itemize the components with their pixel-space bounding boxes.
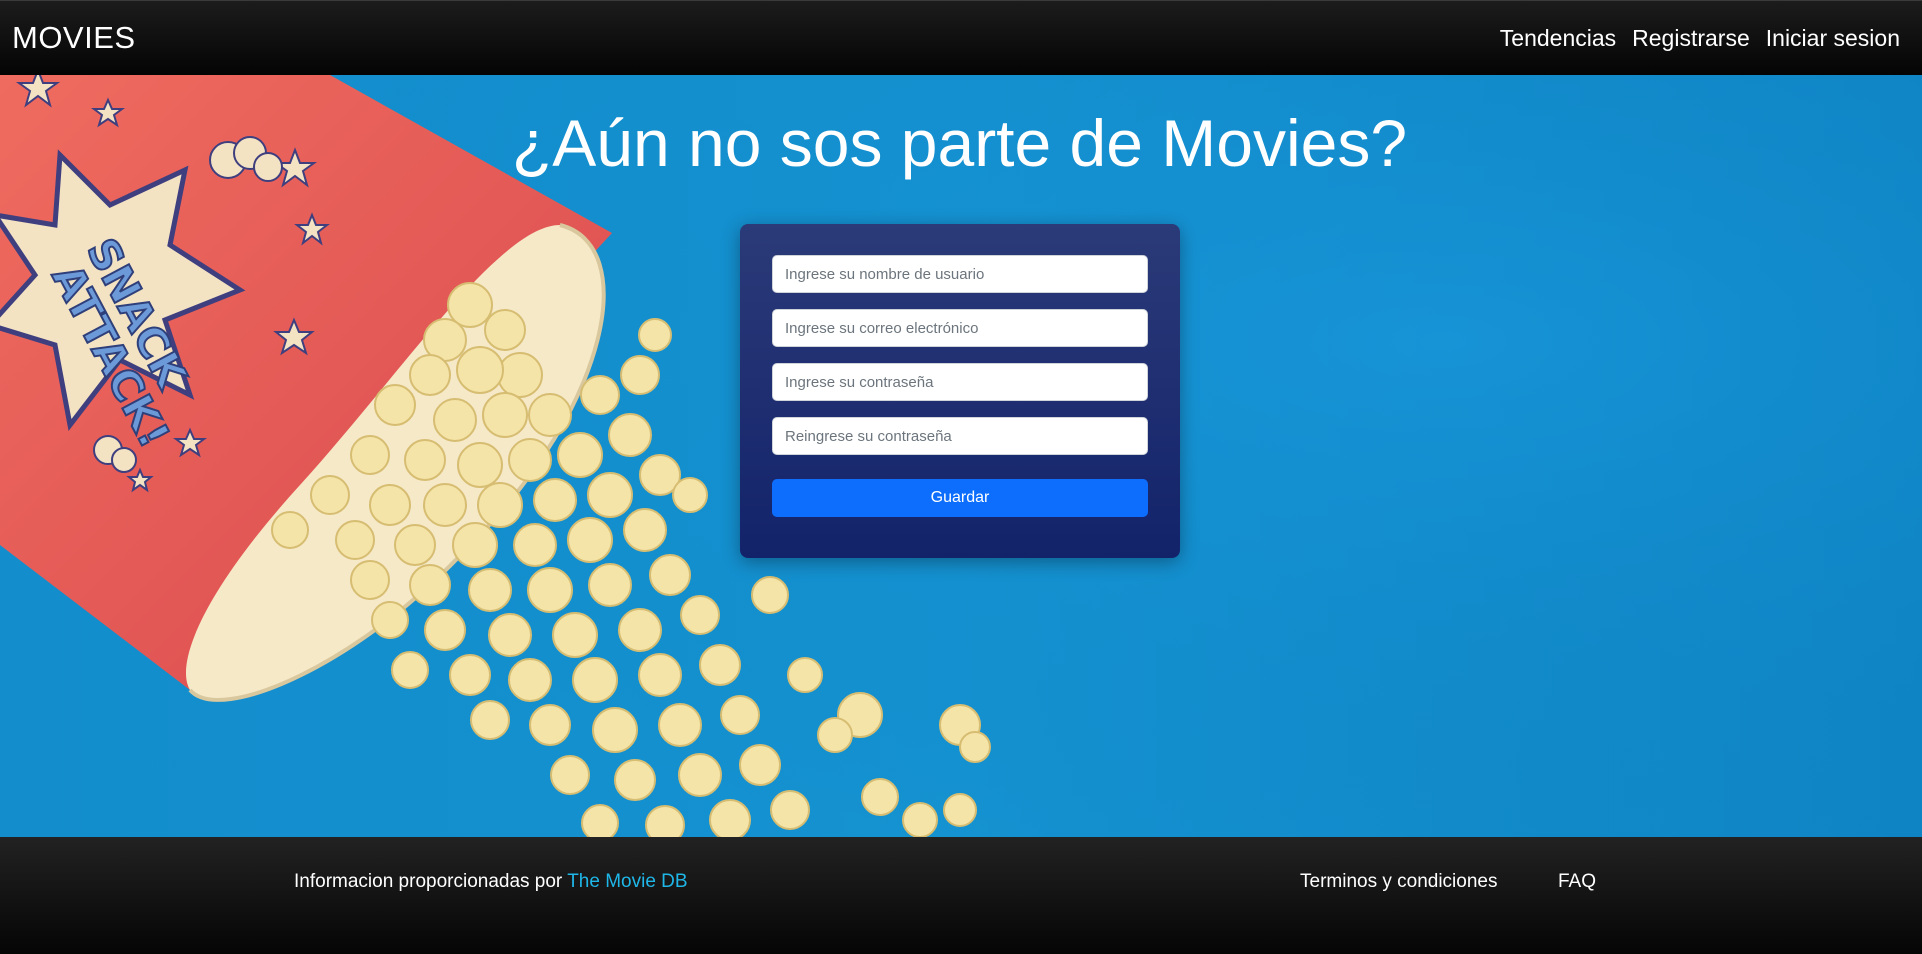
footer: Informacion proporcionadas por The Movie… [0,837,1922,954]
tmdb-link[interactable]: The Movie DB [567,871,687,892]
footer-credit: Informacion proporcionadas por The Movie… [294,871,688,893]
save-button[interactable]: Guardar [772,479,1148,517]
nav-links: Tendencias Registrarse Iniciar sesion [1500,25,1900,52]
brand-logo[interactable]: MOVIES [12,20,136,56]
hero-section: SNACK ATTACK! ¿Aún no sos parte de Movie… [0,75,1922,837]
password-confirm-input[interactable] [772,417,1148,455]
register-form: Guardar [740,224,1180,558]
password-input[interactable] [772,363,1148,401]
nav-link-tendencias[interactable]: Tendencias [1500,25,1616,52]
email-input[interactable] [772,309,1148,347]
page-title: ¿Aún no sos parte de Movies? [511,106,1408,180]
terms-link[interactable]: Terminos y condiciones [1300,871,1497,893]
nav-link-iniciar-sesion[interactable]: Iniciar sesion [1766,25,1900,52]
navbar: MOVIES Tendencias Registrarse Iniciar se… [0,0,1922,75]
faq-link[interactable]: FAQ [1558,871,1596,893]
username-input[interactable] [772,255,1148,293]
nav-link-registrarse[interactable]: Registrarse [1632,25,1750,52]
footer-credit-text: Informacion proporcionadas por [294,871,563,892]
